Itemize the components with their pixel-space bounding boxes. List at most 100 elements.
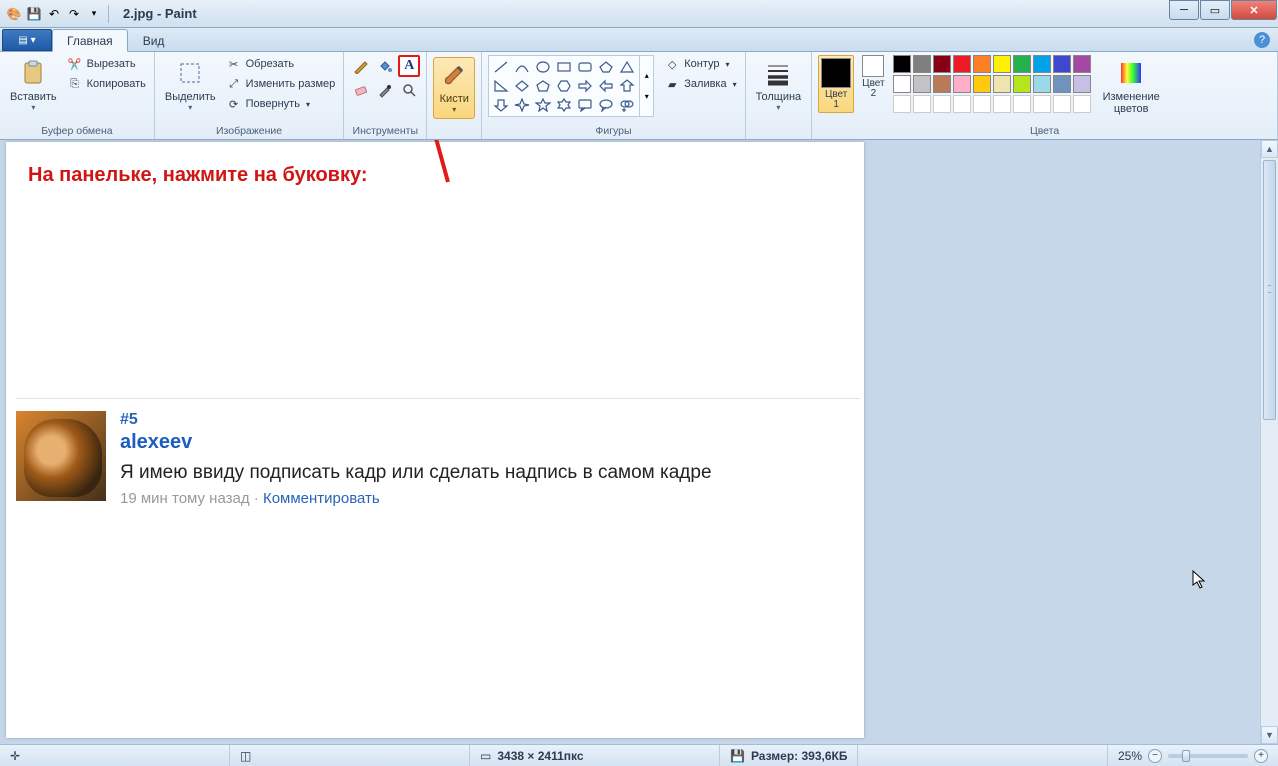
text-tool[interactable]: A xyxy=(398,55,420,77)
color-swatch[interactable] xyxy=(1013,55,1031,73)
shape-callout-rect[interactable] xyxy=(575,96,595,114)
scroll-down-button[interactable]: ▼ xyxy=(1261,726,1278,744)
fill-tool[interactable] xyxy=(374,55,396,77)
shape-oval[interactable] xyxy=(533,58,553,76)
cut-button[interactable]: ✂️Вырезать xyxy=(65,55,148,73)
shape-line[interactable] xyxy=(491,58,511,76)
paste-button[interactable]: Вставить ▾ xyxy=(6,55,61,114)
custom-color-slot[interactable] xyxy=(953,95,971,113)
help-icon[interactable]: ? xyxy=(1254,32,1270,48)
tab-view[interactable]: Вид xyxy=(128,29,180,51)
chevron-down-icon: ▾ xyxy=(31,103,35,112)
shape-arrow-d[interactable] xyxy=(491,96,511,114)
shape-star5[interactable] xyxy=(533,96,553,114)
picker-tool[interactable] xyxy=(374,79,396,101)
zoom-slider[interactable] xyxy=(1168,754,1248,758)
zoom-handle[interactable] xyxy=(1182,750,1190,762)
shape-callout-cloud[interactable] xyxy=(617,96,637,114)
color-swatch[interactable] xyxy=(953,55,971,73)
color-swatch[interactable] xyxy=(993,75,1011,93)
shape-arrow-u[interactable] xyxy=(617,77,637,95)
scroll-thumb[interactable] xyxy=(1263,160,1276,420)
custom-color-slot[interactable] xyxy=(913,95,931,113)
qat-dropdown-icon[interactable]: ▾ xyxy=(86,6,102,22)
comment-action-link[interactable]: Комментировать xyxy=(263,490,380,507)
brushes-button[interactable]: Кисти ▾ xyxy=(433,57,475,119)
rotate-button[interactable]: ⟳Повернуть▾ xyxy=(224,95,338,113)
shape-arrow-r[interactable] xyxy=(575,77,595,95)
tab-home[interactable]: Главная xyxy=(52,29,128,52)
cut-icon: ✂️ xyxy=(67,56,83,72)
resize-button[interactable]: ⤢Изменить размер xyxy=(224,75,338,93)
close-button[interactable]: ✕ xyxy=(1231,0,1277,20)
shape-rect[interactable] xyxy=(554,58,574,76)
custom-color-slot[interactable] xyxy=(893,95,911,113)
color-swatch[interactable] xyxy=(1033,75,1051,93)
size-button[interactable]: Толщина ▾ xyxy=(752,55,806,114)
color-swatch[interactable] xyxy=(1053,75,1071,93)
color-swatch[interactable] xyxy=(1033,55,1051,73)
shape-curve[interactable] xyxy=(512,58,532,76)
color-swatch[interactable] xyxy=(973,75,991,93)
chevron-down-icon: ▾ xyxy=(645,92,649,101)
undo-icon[interactable]: ↶ xyxy=(46,6,62,22)
color-swatch[interactable] xyxy=(893,55,911,73)
shape-polygon[interactable] xyxy=(596,58,616,76)
shape-pentagon[interactable] xyxy=(533,77,553,95)
shapes-more-button[interactable]: ▴ ▾ xyxy=(640,55,654,117)
custom-color-slot[interactable] xyxy=(1073,95,1091,113)
status-selection: ◫ xyxy=(230,745,470,766)
color-swatch[interactable] xyxy=(1013,75,1031,93)
color-swatch[interactable] xyxy=(913,55,931,73)
canvas[interactable]: На панельке, нажмите на буковку: #5 alex… xyxy=(6,142,864,738)
shape-arrow-l[interactable] xyxy=(596,77,616,95)
custom-color-slot[interactable] xyxy=(993,95,1011,113)
shape-hexagon[interactable] xyxy=(554,77,574,95)
color-swatch[interactable] xyxy=(913,75,931,93)
zoom-in-button[interactable]: + xyxy=(1254,749,1268,763)
color-swatch[interactable] xyxy=(973,55,991,73)
custom-color-slot[interactable] xyxy=(1013,95,1031,113)
shape-fill-button[interactable]: ▰Заливка▾ xyxy=(662,75,738,93)
shape-star4[interactable] xyxy=(512,96,532,114)
custom-color-slot[interactable] xyxy=(973,95,991,113)
copy-button[interactable]: ⎘Копировать xyxy=(65,75,148,93)
zoom-out-button[interactable]: − xyxy=(1148,749,1162,763)
comment-username[interactable]: alexeev xyxy=(120,431,712,454)
color-swatch[interactable] xyxy=(1073,55,1091,73)
shape-star6[interactable] xyxy=(554,96,574,114)
color-swatch[interactable] xyxy=(953,75,971,93)
custom-color-slot[interactable] xyxy=(1053,95,1071,113)
color2-button[interactable]: Цвет 2 xyxy=(862,55,884,99)
shape-roundrect[interactable] xyxy=(575,58,595,76)
eraser-tool[interactable] xyxy=(350,79,372,101)
crop-button[interactable]: ✂Обрезать xyxy=(224,55,338,73)
maximize-button[interactable]: ▭ xyxy=(1200,0,1230,20)
custom-color-slot[interactable] xyxy=(1033,95,1051,113)
shape-callout-oval[interactable] xyxy=(596,96,616,114)
select-button[interactable]: Выделить ▾ xyxy=(161,55,220,114)
shapes-gallery[interactable] xyxy=(488,55,640,117)
save-icon[interactable]: 💾 xyxy=(26,6,42,22)
color-swatch[interactable] xyxy=(1073,75,1091,93)
shape-triangle[interactable] xyxy=(617,58,637,76)
minimize-button[interactable]: ─ xyxy=(1169,0,1199,20)
color-swatch[interactable] xyxy=(1053,55,1071,73)
color-swatch[interactable] xyxy=(933,75,951,93)
scroll-up-button[interactable]: ▲ xyxy=(1261,140,1278,158)
pencil-tool[interactable] xyxy=(350,55,372,77)
shape-outline-button[interactable]: ◇Контур▾ xyxy=(662,55,738,73)
edit-colors-button[interactable]: Изменение цветов xyxy=(1099,55,1164,117)
shape-diamond[interactable] xyxy=(512,77,532,95)
shape-rtriangle[interactable] xyxy=(491,77,511,95)
color1-button[interactable]: Цвет 1 xyxy=(818,55,854,113)
magnifier-tool[interactable] xyxy=(398,79,420,101)
color-swatch[interactable] xyxy=(993,55,1011,73)
vertical-scrollbar[interactable]: ▲ ▼ xyxy=(1260,140,1278,744)
redo-icon[interactable]: ↷ xyxy=(66,6,82,22)
chevron-down-icon: ▾ xyxy=(452,105,456,114)
color-swatch[interactable] xyxy=(933,55,951,73)
file-tab[interactable]: ▤ ▾ xyxy=(2,29,52,51)
color-swatch[interactable] xyxy=(893,75,911,93)
custom-color-slot[interactable] xyxy=(933,95,951,113)
